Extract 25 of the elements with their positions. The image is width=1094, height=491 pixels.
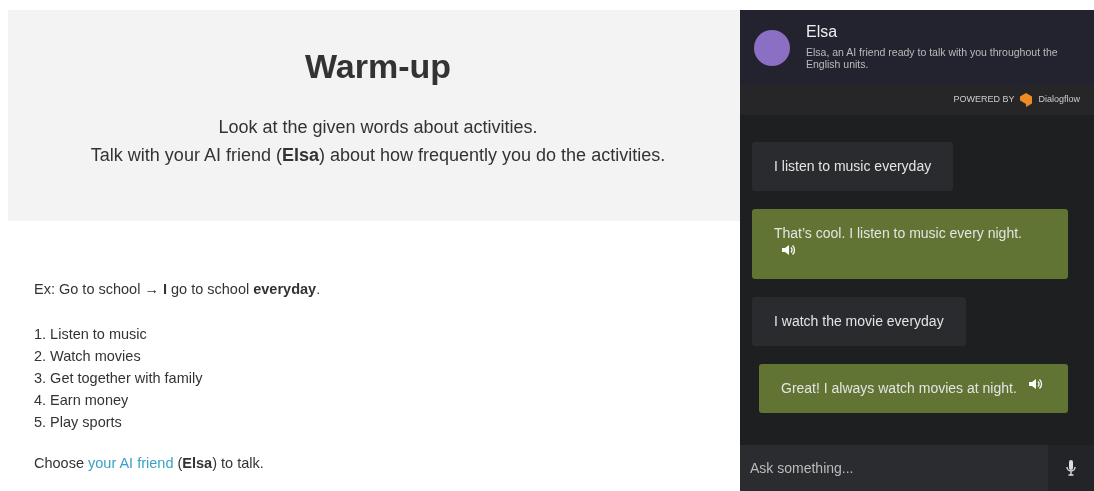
provider-name: Dialogflow xyxy=(1038,93,1080,107)
user-message: I watch the movie everyday xyxy=(752,297,966,346)
user-message: I listen to music everyday xyxy=(752,142,954,191)
ai-friend-link[interactable]: your AI friend xyxy=(88,454,174,471)
activity-item: 4. Earn money xyxy=(34,390,130,410)
bot-name: Elsa xyxy=(806,22,839,42)
speaker-icon[interactable] xyxy=(1028,378,1043,390)
powered-by-label: POWERED BY xyxy=(953,93,1015,107)
microphone-button[interactable] xyxy=(1048,445,1094,491)
bot-message: That’s cool. I listen to music every night. xyxy=(752,209,1068,279)
activity-item: 2. Watch movies xyxy=(34,346,142,366)
bot-description: Elsa, an AI friend ready to talk with you throughout the English units. xyxy=(806,46,1059,70)
instruction-text: Talk with your AI friend (Elsa) about how frequently you do the activities. xyxy=(89,143,667,167)
activity-item: 5. Play sports xyxy=(34,412,123,432)
instruction-text: Look at the given words about activities. xyxy=(217,115,539,139)
page-title: Warm-up xyxy=(303,46,453,87)
avatar-icon xyxy=(754,30,790,66)
speaker-icon[interactable] xyxy=(782,244,796,256)
provider-logo-icon xyxy=(1020,93,1033,107)
example-sentence: Ex: Go to school → I go to school everyday. xyxy=(34,280,322,299)
activity-item: 1. Listen to music xyxy=(34,324,148,344)
activity-item: 3. Get together with family xyxy=(34,368,204,388)
bot-message: Great! I always watch movies at night. xyxy=(759,364,1068,413)
microphone-icon xyxy=(1066,460,1076,476)
choose-instruction: Choose your AI friend (Elsa) to talk. xyxy=(34,453,265,473)
